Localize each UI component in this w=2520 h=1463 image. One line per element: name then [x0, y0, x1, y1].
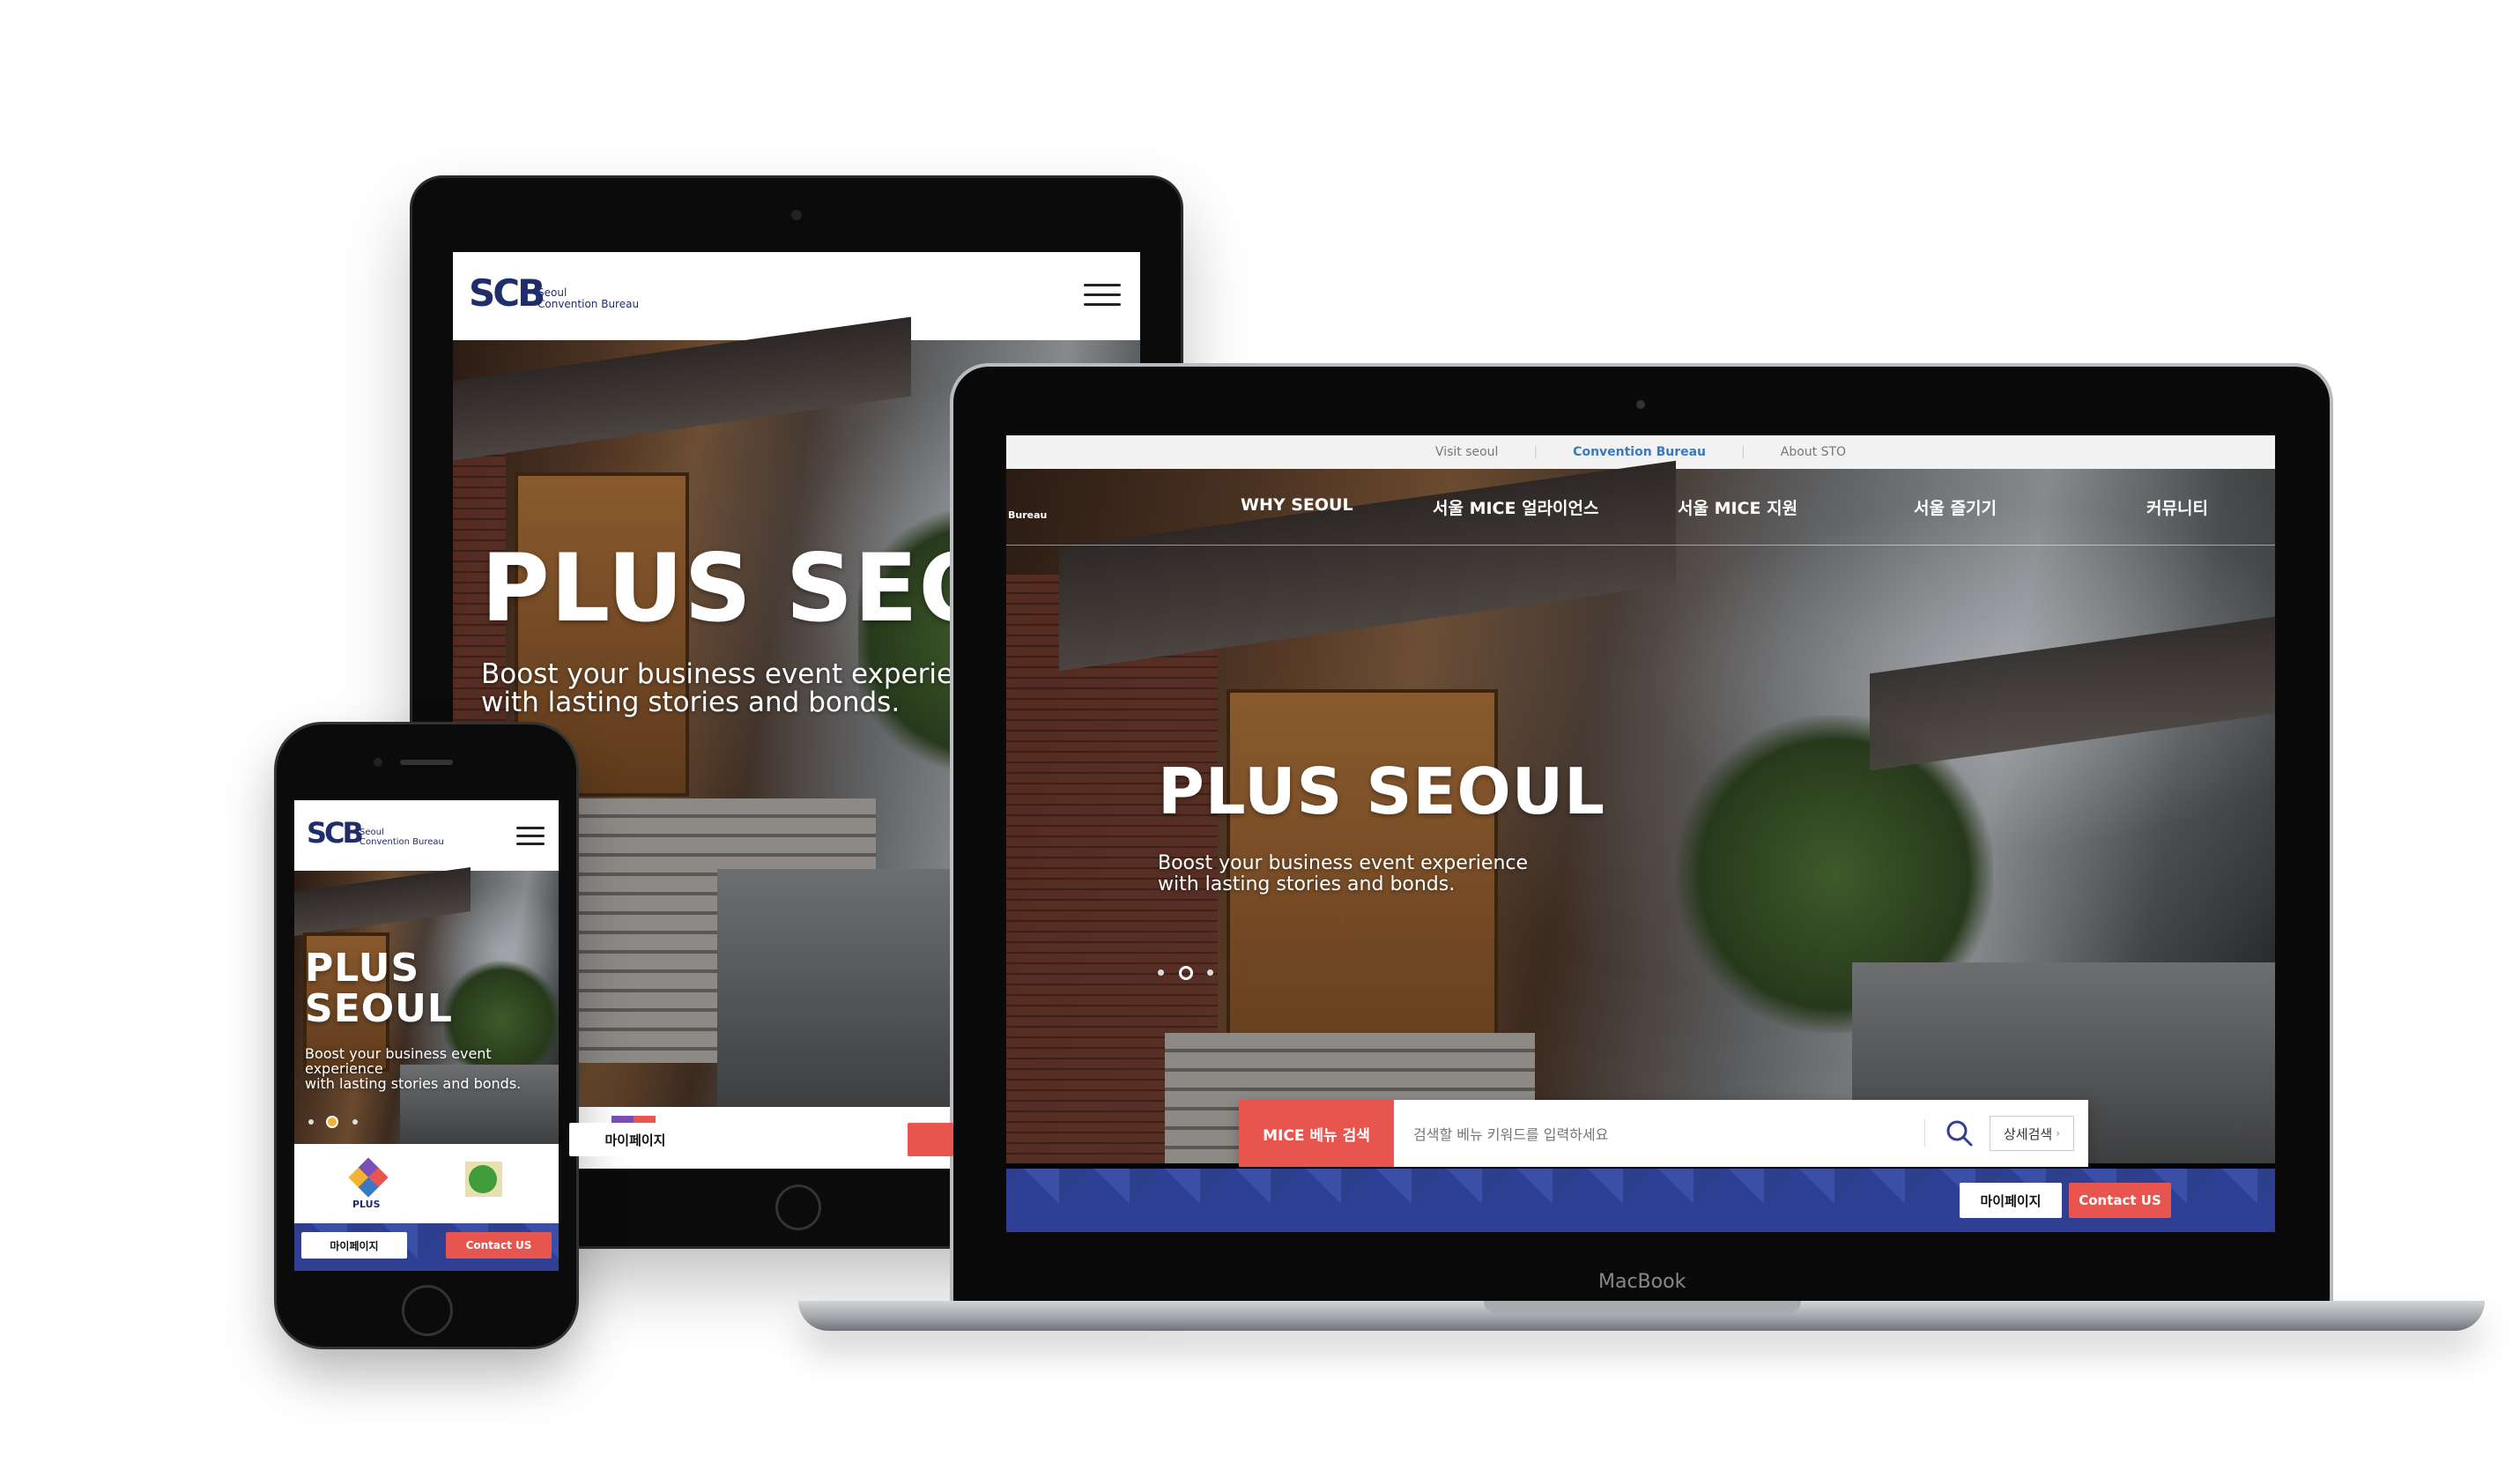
phone-speaker [400, 760, 453, 765]
tablet-camera [791, 210, 802, 220]
phone-menu-icon[interactable] [516, 827, 545, 845]
search-icon[interactable] [1944, 1118, 1975, 1149]
laptop-camera [1636, 400, 1645, 409]
laptop-contact-button[interactable]: Contact US [2069, 1183, 2171, 1218]
laptop-top-bar: Visit seoul | Convention Bureau | About … [1006, 435, 2275, 469]
tablet-home-button[interactable] [775, 1185, 821, 1230]
carousel-dot-1[interactable] [1158, 969, 1164, 976]
phone-home-button[interactable] [402, 1285, 453, 1336]
phone-device: SCB Seoul Convention Bureau PLUS SEOUL B… [277, 724, 576, 1347]
phone-camera [374, 758, 382, 767]
laptop-nav-brand-partial[interactable]: Bureau [1008, 509, 1047, 521]
phone-hero-title: PLUS SEOUL [305, 946, 453, 1032]
tablet-hero-sub-line1: Boost your business event experience [481, 658, 1003, 690]
phone-header: SCB Seoul Convention Bureau [294, 800, 559, 871]
partner-logo-icon [465, 1162, 502, 1197]
laptop-nav: Bureau WHY SEOUL 서울 MICE 얼라이언스 서울 MICE 지… [1006, 469, 2275, 546]
top-link-convention-bureau[interactable]: Convention Bureau [1573, 445, 1706, 459]
top-link-about-sto[interactable]: About STO [1781, 445, 1846, 459]
phone-screen: SCB Seoul Convention Bureau PLUS SEOUL B… [294, 800, 559, 1271]
laptop-hero-title: PLUS SEOUL [1158, 754, 1606, 828]
carousel-dot-2-active[interactable] [1179, 966, 1193, 980]
tablet-logo[interactable]: SCB [469, 271, 545, 315]
phone-logo[interactable]: SCB [307, 816, 364, 850]
phone-mypage-button[interactable]: 마이페이지 [301, 1232, 407, 1259]
phone-logo-strip: PLUS [294, 1144, 559, 1223]
tablet-hero-subtitle: Boost your business event experience wit… [481, 658, 1003, 718]
top-link-visit-seoul[interactable]: Visit seoul [1435, 445, 1499, 459]
laptop-device: Visit seoul | Convention Bureau | About … [953, 367, 2330, 1304]
venue-search-label: MICE 베뉴 검색 [1239, 1100, 1394, 1167]
laptop-hero-sub-line2: with lasting stories and bonds. [1158, 873, 1456, 896]
laptop-hero-sub-line1: Boost your business event experience [1158, 852, 1529, 874]
venue-search-bar: MICE 베뉴 검색 상세검색 › [1239, 1100, 2088, 1167]
phone-logo-line1: Seoul [359, 828, 384, 837]
plus-seoul-logo-icon [348, 1157, 389, 1198]
tablet-logo-line1: Seoul [537, 286, 567, 299]
nav-item-community[interactable]: 커뮤니티 [2146, 495, 2208, 519]
tablet-logo-subtitle: Seoul Convention Bureau [537, 287, 639, 309]
venue-search-input[interactable] [1412, 1116, 1926, 1153]
laptop-screen: Visit seoul | Convention Bureau | About … [1006, 435, 2275, 1232]
nav-item-mice-support[interactable]: 서울 MICE 지원 [1678, 495, 1797, 519]
tablet-header: SCB Seoul Convention Bureau [453, 252, 1140, 340]
plus-seoul-logo-label: PLUS [352, 1199, 381, 1210]
nav-item-enjoy-seoul[interactable]: 서울 즐기기 [1914, 495, 1997, 519]
detail-search-label: 상세검색 [2003, 1125, 2053, 1142]
nav-item-mice-alliance[interactable]: 서울 MICE 얼라이언스 [1433, 495, 1599, 519]
carousel-dot-3[interactable] [1207, 969, 1213, 976]
tablet-menu-icon[interactable] [1084, 284, 1121, 306]
laptop-hero-subtitle: Boost your business event experience wit… [1158, 852, 1529, 896]
phone-hero-subtitle: Boost your business event experience wit… [305, 1046, 522, 1092]
phone-carousel-dot-2-active[interactable] [326, 1116, 338, 1128]
tablet-hero-sub-line2: with lasting stories and bonds. [481, 686, 901, 718]
phone-hero-title-line1: PLUS [305, 946, 420, 991]
phone-carousel-dot-3[interactable] [352, 1119, 358, 1125]
tablet-logo-line2: Convention Bureau [537, 297, 640, 310]
nav-item-why-seoul[interactable]: WHY SEOUL [1241, 495, 1353, 515]
phone-hero-title-line2: SEOUL [305, 986, 453, 1032]
phone-carousel-dot-1[interactable] [308, 1119, 314, 1125]
phone-logo-line2: Convention Bureau [359, 836, 444, 847]
laptop-model-label: MacBook [1598, 1271, 1686, 1293]
laptop-notch [1484, 1301, 1801, 1313]
phone-hero-sub-line3: with lasting stories and bonds. [305, 1074, 522, 1092]
tablet-contact-button-partial[interactable] [908, 1123, 953, 1156]
laptop-mypage-button[interactable]: 마이페이지 [1960, 1183, 2062, 1218]
detail-search-button[interactable]: 상세검색 › [1990, 1116, 2074, 1151]
tablet-mypage-button[interactable]: 마이페이지 [569, 1123, 701, 1156]
phone-contact-button[interactable]: Contact US [446, 1232, 552, 1259]
phone-logo-subtitle: Seoul Convention Bureau [359, 828, 444, 847]
chevron-right-icon: › [2056, 1127, 2060, 1140]
